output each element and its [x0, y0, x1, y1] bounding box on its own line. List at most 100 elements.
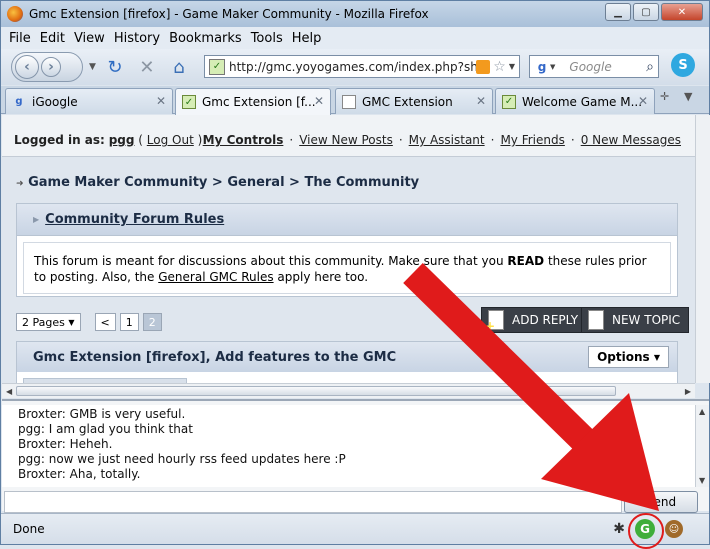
- page-horizontal-scrollbar[interactable]: ◀ ▶: [2, 383, 695, 398]
- forward-button[interactable]: ›: [41, 57, 61, 77]
- status-bar: Done ✱ G ☺: [1, 513, 709, 549]
- scroll-right-icon[interactable]: ▶: [685, 387, 691, 396]
- new-topic-button[interactable]: NEW TOPIC: [581, 307, 690, 333]
- url-input[interactable]: http://gmc.yoyogames.com/index.php?sh: [229, 60, 476, 74]
- tab-gmc-extension-forum[interactable]: ✓ Gmc Extension [f... ✕: [175, 88, 331, 115]
- add-reply-icon: [485, 310, 504, 333]
- reload-icon[interactable]: ↻: [102, 54, 128, 80]
- view-new-posts-link[interactable]: View New Posts: [299, 133, 393, 147]
- pages-dropdown[interactable]: 2 Pages ▼: [16, 313, 81, 331]
- options-button[interactable]: Options ▼: [588, 346, 669, 368]
- tab-gmc-extension[interactable]: GMC Extension ✕: [335, 88, 493, 114]
- forum-rules-title[interactable]: Community Forum Rules: [45, 212, 224, 227]
- chat-line: Broxter: GMB is very useful.: [18, 407, 186, 421]
- chat-line: pgg: now we just need hourly rss feed up…: [18, 452, 346, 466]
- close-tab-icon[interactable]: ✕: [314, 94, 324, 108]
- new-messages-link[interactable]: 0 New Messages: [581, 133, 681, 147]
- close-tab-icon[interactable]: ✕: [156, 94, 166, 108]
- browser-window: Gmc Extension [firefox] - Game Maker Com…: [0, 0, 710, 549]
- google-icon: g: [15, 96, 23, 107]
- new-topic-icon: [588, 310, 604, 330]
- menu-history[interactable]: History: [114, 31, 160, 46]
- topic-box: Gmc Extension [firefox], Add features to…: [16, 341, 678, 383]
- chat-input[interactable]: [4, 491, 622, 513]
- page-icon: [342, 94, 356, 109]
- my-friends-link[interactable]: My Friends: [500, 133, 564, 147]
- search-bar[interactable]: g ▼ Google ⌕: [529, 55, 659, 78]
- forum-rules-text: This forum is meant for discussions abou…: [23, 242, 671, 294]
- scroll-left-icon[interactable]: ◀: [6, 387, 12, 396]
- general-rules-link[interactable]: General GMC Rules: [158, 270, 273, 284]
- stop-icon[interactable]: ✕: [134, 54, 160, 80]
- minimize-button[interactable]: ▁: [605, 3, 631, 21]
- user-bar: Logged in as: pgg ( Log Out ) My Control…: [2, 115, 695, 157]
- close-window-button[interactable]: ✕: [661, 3, 703, 21]
- page-1-button[interactable]: 1: [119, 313, 139, 331]
- google-engine-icon[interactable]: g: [534, 59, 550, 75]
- page-content: Logged in as: pgg ( Log Out ) My Control…: [2, 115, 695, 383]
- chevron-down-icon: ▼: [68, 317, 75, 327]
- add-reply-label: ADD REPLY: [512, 313, 579, 327]
- tab-label: GMC Extension: [362, 94, 453, 109]
- prev-page-button[interactable]: <: [94, 313, 116, 331]
- firebug-icon[interactable]: ✱: [613, 521, 625, 537]
- breadcrumb-arrow-icon: ➜: [16, 179, 24, 189]
- chevron-down-icon: ▼: [653, 352, 660, 362]
- engine-dropdown-icon[interactable]: ▼: [550, 63, 555, 71]
- gmc-extension-icon[interactable]: G: [628, 513, 664, 549]
- logout-link[interactable]: Log Out: [147, 133, 194, 147]
- forum-rules-box: ▶ Community Forum Rules This forum is me…: [16, 203, 678, 297]
- collapse-icon[interactable]: ▶: [33, 215, 39, 224]
- username-link[interactable]: pgg: [109, 133, 135, 147]
- page-2-current: 2: [142, 313, 162, 331]
- tab-welcome-game-maker[interactable]: ✓ Welcome Game M... ✕: [495, 88, 655, 114]
- rss-feed-icon[interactable]: [476, 59, 491, 74]
- gmc-icon: ✓: [182, 95, 196, 109]
- skype-icon[interactable]: S: [671, 53, 695, 77]
- page-vertical-scrollbar[interactable]: [695, 115, 710, 383]
- add-reply-button[interactable]: ADD REPLY: [481, 307, 588, 333]
- url-dropdown-icon[interactable]: ▼: [509, 62, 515, 71]
- chat-panel: Broxter: GMB is very useful. pgg: I am g…: [2, 399, 709, 513]
- tab-label: Gmc Extension [f...: [202, 95, 316, 109]
- breadcrumb: ➜ Game Maker Community > General > The C…: [16, 175, 419, 190]
- search-icon[interactable]: ⌕: [646, 59, 654, 75]
- search-input[interactable]: Google: [569, 60, 646, 74]
- back-button[interactable]: ‹: [15, 55, 39, 79]
- greasemonkey-icon[interactable]: ☺: [665, 520, 683, 538]
- home-icon[interactable]: ⌂: [166, 54, 192, 80]
- firefox-logo-icon: [7, 6, 23, 22]
- chat-line: Broxter: Aha, totally.: [18, 467, 141, 481]
- tab-list-icon[interactable]: ▼: [684, 90, 702, 103]
- menu-edit[interactable]: Edit: [40, 31, 65, 46]
- history-dropdown-icon[interactable]: ▼: [89, 62, 96, 72]
- login-status: Logged in as: pgg ( Log Out ): [14, 133, 203, 147]
- pagination: 2 Pages ▼ < 1 2: [16, 313, 162, 331]
- my-assistant-link[interactable]: My Assistant: [409, 133, 485, 147]
- scroll-up-icon[interactable]: ▲: [699, 407, 705, 416]
- maximize-button[interactable]: ▢: [633, 3, 659, 21]
- pages-label: 2 Pages: [22, 315, 65, 329]
- tab-scroll-icon[interactable]: ✛: [660, 90, 678, 103]
- chat-line: pgg: I am glad you think that: [18, 422, 193, 436]
- my-controls-link[interactable]: My Controls: [203, 133, 284, 147]
- menu-view[interactable]: View: [74, 31, 105, 46]
- topic-title: Gmc Extension [firefox], Add features to…: [17, 342, 677, 372]
- scroll-down-icon[interactable]: ▼: [699, 476, 705, 485]
- chat-scrollbar[interactable]: ▲ ▼: [695, 405, 709, 487]
- menu-tools[interactable]: Tools: [251, 31, 283, 46]
- menu-bookmarks[interactable]: Bookmarks: [169, 31, 242, 46]
- title-bar: Gmc Extension [firefox] - Game Maker Com…: [1, 1, 709, 27]
- rules-text-bold: READ: [507, 254, 545, 268]
- tab-igoogle[interactable]: g iGoogle ✕: [5, 88, 173, 114]
- address-bar[interactable]: ✓ http://gmc.yoyogames.com/index.php?sh …: [204, 55, 520, 78]
- menu-file[interactable]: File: [9, 31, 31, 46]
- send-button[interactable]: Send: [624, 491, 698, 513]
- close-tab-icon[interactable]: ✕: [638, 94, 648, 108]
- bookmark-star-icon[interactable]: ☆: [493, 59, 506, 75]
- tab-label: iGoogle: [32, 94, 78, 109]
- breadcrumb-text[interactable]: Game Maker Community > General > The Com…: [28, 175, 419, 190]
- scrollbar-thumb[interactable]: [16, 386, 616, 396]
- menu-help[interactable]: Help: [292, 31, 322, 46]
- close-tab-icon[interactable]: ✕: [476, 94, 486, 108]
